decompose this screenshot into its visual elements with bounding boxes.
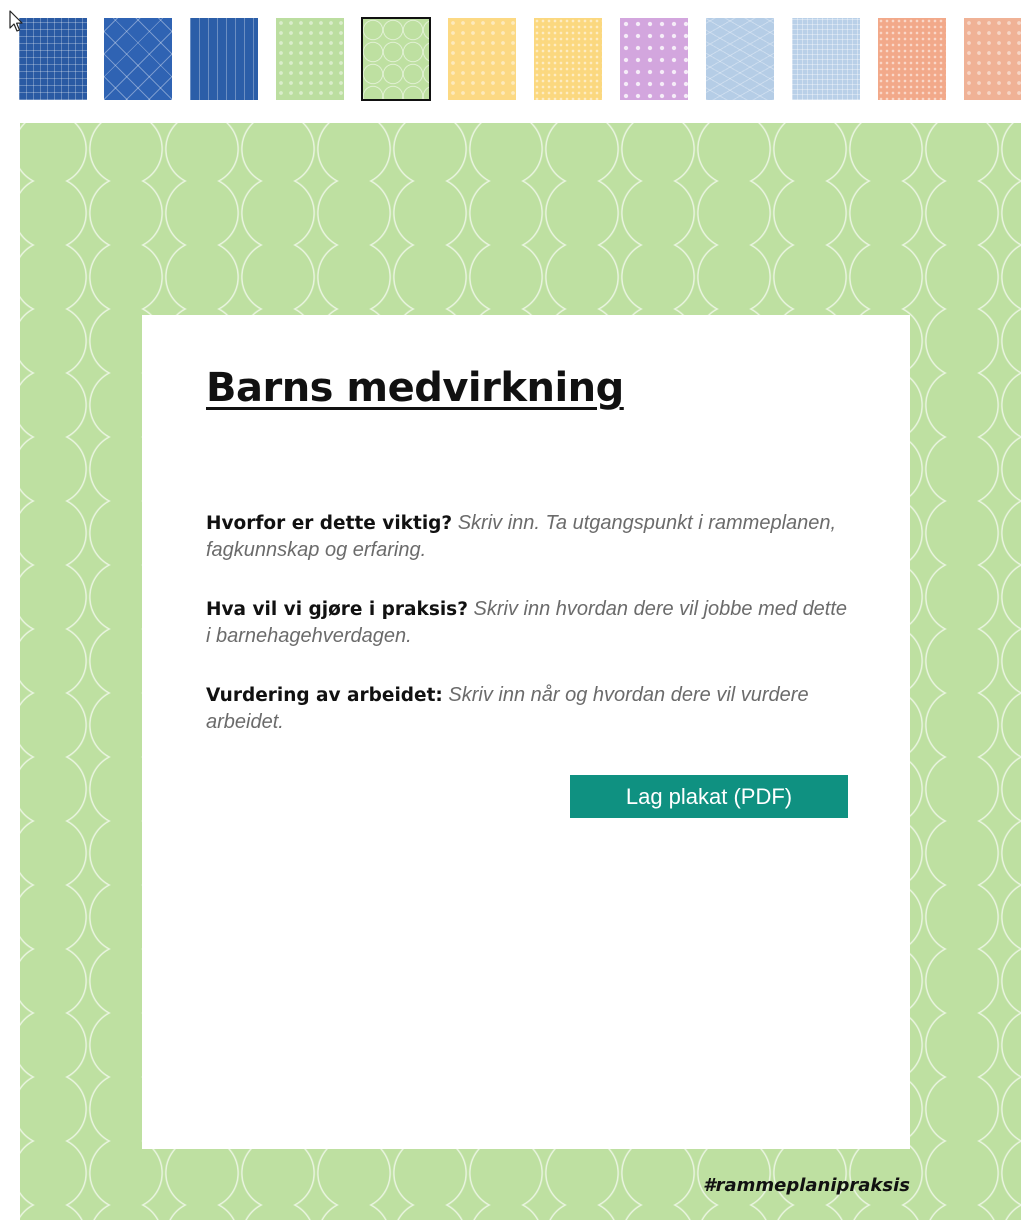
swatch-light-green-dots[interactable] xyxy=(276,18,344,100)
swatch-blue-stripes[interactable] xyxy=(190,18,258,100)
swatch-salmon-dots[interactable] xyxy=(878,18,946,100)
mouse-pointer-icon xyxy=(9,10,23,32)
section-label: Vurdering av arbeidet: xyxy=(206,685,443,706)
swatch-light-blue-waves[interactable] xyxy=(706,18,774,100)
create-poster-pdf-button[interactable]: Lag plakat (PDF) xyxy=(570,775,848,818)
swatch-yellow-plain[interactable] xyxy=(448,18,516,100)
poster-card: Barns medvirkning Hvorfor er dette vikti… xyxy=(142,315,910,1149)
section-label: Hva vil vi gjøre i praksis? xyxy=(206,599,468,620)
swatch-salmon-plain[interactable] xyxy=(964,18,1021,100)
section-practice: Hva vil vi gjøre i praksis? Skriv inn hv… xyxy=(206,596,856,650)
hashtag-label: #rammeplanipraksis xyxy=(703,1175,910,1196)
poster-title[interactable]: Barns medvirkning xyxy=(206,365,624,411)
section-why-important: Hvorfor er dette viktig? Skriv inn. Ta u… xyxy=(206,510,856,564)
swatch-dark-blue-grid[interactable] xyxy=(19,18,87,100)
poster-preview: Barns medvirkning Hvorfor er dette vikti… xyxy=(20,123,1021,1220)
swatch-light-blue-grid[interactable] xyxy=(792,18,860,100)
pattern-swatch-bar xyxy=(0,0,1021,110)
swatch-green-circles[interactable] xyxy=(361,17,431,101)
swatch-blue-diamond[interactable] xyxy=(104,18,172,100)
swatch-yellow-dots[interactable] xyxy=(534,18,602,100)
section-label: Hvorfor er dette viktig? xyxy=(206,513,453,534)
section-evaluation: Vurdering av arbeidet: Skriv inn når og … xyxy=(206,682,856,736)
swatch-lilac-dots[interactable] xyxy=(620,18,688,100)
